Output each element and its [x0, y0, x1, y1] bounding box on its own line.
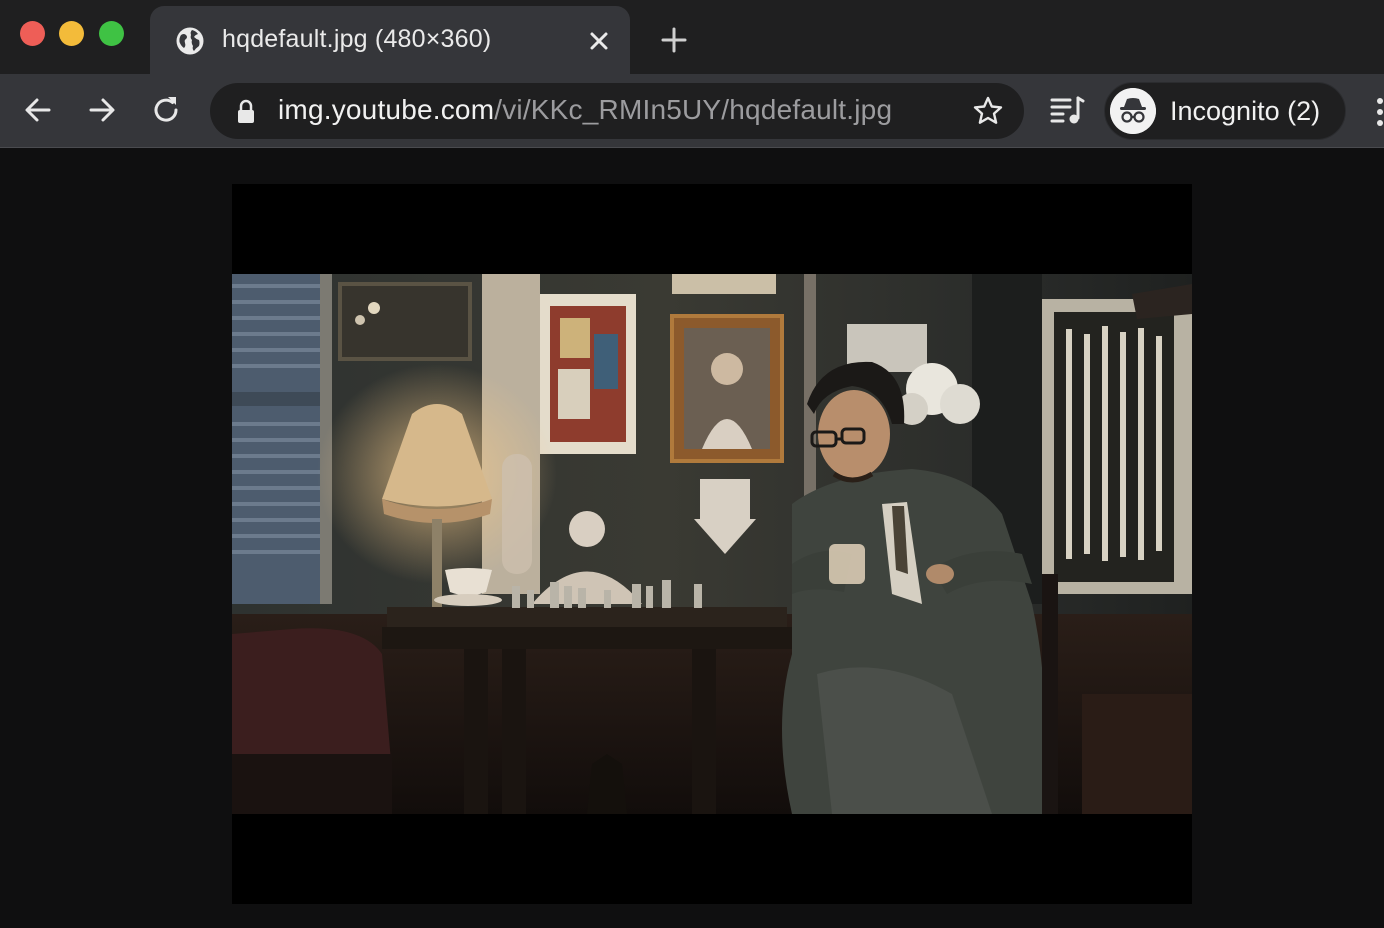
window-maximize-button[interactable]: [99, 21, 124, 46]
url-host: img.youtube.com: [278, 94, 495, 125]
reload-icon[interactable]: [149, 93, 183, 127]
close-icon[interactable]: [586, 28, 612, 54]
url-text[interactable]: img.youtube.com/vi/KKc_RMIn5UY/hqdefault…: [278, 94, 892, 126]
kebab-menu-icon[interactable]: [1374, 96, 1384, 128]
address-bar[interactable]: img.youtube.com/vi/KKc_RMIn5UY/hqdefault…: [210, 83, 1024, 139]
profile-button[interactable]: Incognito (2): [1104, 82, 1346, 140]
page-viewport: [0, 149, 1384, 928]
profile-label: Incognito (2): [1170, 96, 1321, 126]
browser-toolbar: img.youtube.com/vi/KKc_RMIn5UY/hqdefault…: [0, 74, 1384, 148]
displayed-image[interactable]: [232, 184, 1192, 904]
media-queue-icon[interactable]: [1048, 92, 1086, 128]
url-path: /vi/KKc_RMIn5UY/hqdefault.jpg: [494, 94, 893, 125]
tab-strip: hqdefault.jpg (480×360): [0, 0, 1384, 74]
window-close-button[interactable]: [20, 21, 45, 46]
window-minimize-button[interactable]: [59, 21, 84, 46]
plus-icon[interactable]: [660, 26, 688, 54]
tab-title: hqdefault.jpg (480×360): [222, 25, 492, 53]
arrow-right-icon[interactable]: [85, 93, 119, 127]
tab-active[interactable]: hqdefault.jpg (480×360): [150, 6, 630, 74]
star-icon[interactable]: [972, 95, 1004, 127]
arrow-left-icon[interactable]: [21, 93, 55, 127]
incognito-icon: [1110, 88, 1156, 134]
photo-scene: [232, 274, 1192, 814]
globe-icon: [176, 27, 204, 55]
lock-icon[interactable]: [236, 99, 256, 125]
